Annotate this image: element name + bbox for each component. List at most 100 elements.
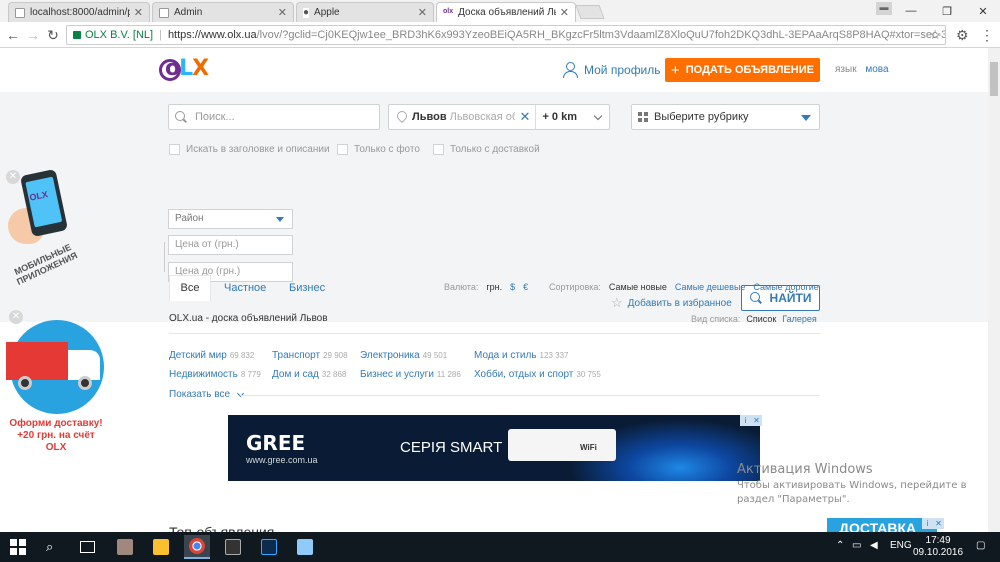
lang-ua[interactable]: мова (865, 64, 888, 75)
tray-expand-icon[interactable]: ⌃ (836, 540, 844, 551)
category-link-home-garden[interactable]: Дом и сад 32 868 (272, 369, 346, 380)
tab-private[interactable]: Частное (224, 282, 266, 294)
keyboard-language[interactable]: ENG (890, 540, 912, 551)
checkbox-with-photo[interactable]: Только с фото (337, 144, 420, 155)
sort-cheapest[interactable]: Самые дешевые (675, 282, 746, 292)
reload-icon[interactable]: ↻ (44, 26, 62, 44)
olx-logo[interactable]: oLX (159, 56, 209, 90)
category-select[interactable]: Выберите рубрику (631, 104, 820, 130)
view-list[interactable]: Список (746, 314, 776, 324)
category-link-electronics[interactable]: Электроника 49 501 (360, 350, 447, 361)
currency-eur[interactable]: € (523, 282, 528, 292)
browser-tab-localhost[interactable]: localhost:8000/admin/p ✕ (8, 2, 150, 22)
task-view-icon[interactable] (80, 541, 95, 553)
extension-gear-icon[interactable]: ⚙ (956, 27, 969, 44)
radius-select[interactable]: + 0 km (535, 105, 609, 129)
bookmark-star-icon[interactable]: ☆ (929, 27, 941, 43)
close-icon[interactable]: ✕ (418, 6, 427, 19)
location-input[interactable]: Львов Львовская обл ✕ + 0 km (388, 104, 610, 130)
delivery-line1: Оформи доставку! (9, 418, 103, 429)
lang-ru[interactable]: язык (835, 64, 857, 75)
search-input[interactable]: Поиск... (168, 104, 380, 130)
sort-newest[interactable]: Самые новые (609, 282, 667, 292)
close-icon[interactable]: ✕ (560, 6, 569, 19)
search-placeholder: Поиск... (195, 111, 235, 123)
forward-arrow-icon[interactable]: → (24, 26, 42, 44)
taskbar-app-chrome[interactable] (184, 535, 210, 559)
browser-tab-admin[interactable]: Admin ✕ (152, 2, 294, 22)
taskbar-app-paint[interactable] (292, 535, 318, 559)
adchoices-icon[interactable]: i (922, 518, 933, 529)
chevron-down-icon (593, 111, 603, 120)
search-icon (749, 292, 762, 304)
category-link-fashion[interactable]: Мода и стиль 123 337 (474, 350, 568, 361)
close-icon[interactable]: ✕ (278, 6, 287, 19)
notifications-icon[interactable]: ▢ (976, 540, 985, 551)
checkbox[interactable] (433, 144, 444, 155)
currency-usd[interactable]: $ (510, 282, 515, 292)
tab-all[interactable]: Все (169, 275, 211, 301)
browser-tab-apple[interactable]: ● Apple ✕ (296, 2, 434, 22)
scrollbar-thumb[interactable] (990, 62, 998, 96)
user-icon[interactable]: ▬ (876, 2, 892, 15)
taskbar-app-terminal[interactable] (220, 535, 246, 559)
volume-icon[interactable]: ◀ (870, 540, 878, 551)
lock-icon (73, 31, 81, 39)
mobile-apps-promo[interactable]: OLX МОБИЛЬНЫЕ ПРИЛОЖЕНИЯ (8, 168, 80, 292)
sort-expensive[interactable]: Самые дорогие (753, 282, 818, 292)
delivery-text: Оформи доставку! +20 грн. на счёт OLX (6, 418, 106, 454)
category-link-realty[interactable]: Недвижимость 8 779 (169, 369, 261, 380)
checkbox-with-delivery[interactable]: Только с доставкой (433, 144, 540, 155)
ad-close-icon[interactable]: ✕ (751, 415, 762, 426)
search-icon (175, 111, 187, 123)
checkbox[interactable] (169, 144, 180, 155)
category-link-transport[interactable]: Транспорт 29 908 (272, 350, 348, 361)
view-gallery[interactable]: Галерея (782, 314, 817, 324)
adchoices-icon[interactable]: i (740, 415, 751, 426)
tab-business[interactable]: Бизнес (289, 282, 325, 294)
clear-location-icon[interactable]: ✕ (520, 109, 531, 125)
network-icon[interactable]: ▭ (852, 540, 861, 551)
taskbar-app-archive[interactable] (112, 535, 138, 559)
restore-button[interactable]: ❐ (930, 0, 964, 22)
checkbox-titles-descriptions[interactable]: Искать в заголовке и описании (169, 144, 330, 155)
post-ad-label: ПОДАТЬ ОБЪЯВЛЕНИЕ (685, 64, 814, 76)
category-count: 69 832 (229, 351, 255, 360)
page-scrollbar[interactable] (988, 48, 1000, 532)
search-icon[interactable]: ⌕ (46, 539, 62, 555)
post-ad-button[interactable]: + ПОДАТЬ ОБЪЯВЛЕНИЕ (665, 58, 820, 82)
find-label: НАЙТИ (769, 291, 812, 305)
checkbox[interactable] (337, 144, 348, 155)
show-all-categories-link[interactable]: Показать все (169, 389, 245, 400)
ad-close-icon[interactable]: ✕ (933, 518, 944, 529)
add-to-favorites-link[interactable]: ☆ Добавить в избранное (611, 295, 732, 311)
back-arrow-icon[interactable]: ← (4, 26, 22, 44)
category-link-business[interactable]: Бизнес и услуги 11 286 (360, 369, 461, 380)
price-from-input[interactable]: Цена от (грн.) (168, 235, 293, 255)
category-link-kids[interactable]: Детский мир 69 832 (169, 350, 254, 361)
district-select[interactable]: Район (168, 209, 293, 229)
category-name: Электроника (360, 350, 420, 361)
taskbar-app-explorer[interactable] (148, 535, 174, 559)
taskbar-app-photoshop[interactable] (256, 535, 282, 559)
site-identity[interactable]: OLX B.V. [NL] (85, 29, 153, 41)
delivery-side-banner[interactable]: ДОСТАВКА (827, 518, 937, 532)
dropdown-arrow-icon (276, 217, 284, 222)
delivery-promo[interactable]: Оформи доставку! +20 грн. на счёт OLX (6, 320, 106, 453)
category-name: Дом и сад (272, 369, 319, 380)
minimize-button[interactable]: — (894, 0, 928, 22)
close-icon[interactable]: ✕ (134, 6, 143, 19)
category-link-hobby[interactable]: Хобби, отдых и спорт 30 755 (474, 369, 601, 380)
windows-start-icon[interactable] (10, 539, 26, 555)
address-bar[interactable]: OLX B.V. [NL] | https://www.olx.ua /lvov… (66, 25, 946, 45)
new-tab-button[interactable] (575, 5, 605, 19)
browser-tab-olx[interactable]: olx Доска объявлений Льв ✕ (436, 2, 576, 22)
logo-ring (159, 59, 181, 81)
window-close-button[interactable]: ✕ (966, 0, 1000, 22)
my-profile-link[interactable]: Мой профиль (562, 62, 661, 78)
system-clock[interactable]: 17:49 09.10.2016 (913, 535, 963, 559)
gree-banner-ad[interactable]: GREE www.gree.com.ua СЕРІЯ SMART WiFi (228, 415, 760, 481)
dropdown-arrow-icon (801, 115, 811, 121)
menu-icon[interactable]: ⋮ (980, 27, 994, 44)
currency-uah[interactable]: грн. (486, 282, 502, 292)
